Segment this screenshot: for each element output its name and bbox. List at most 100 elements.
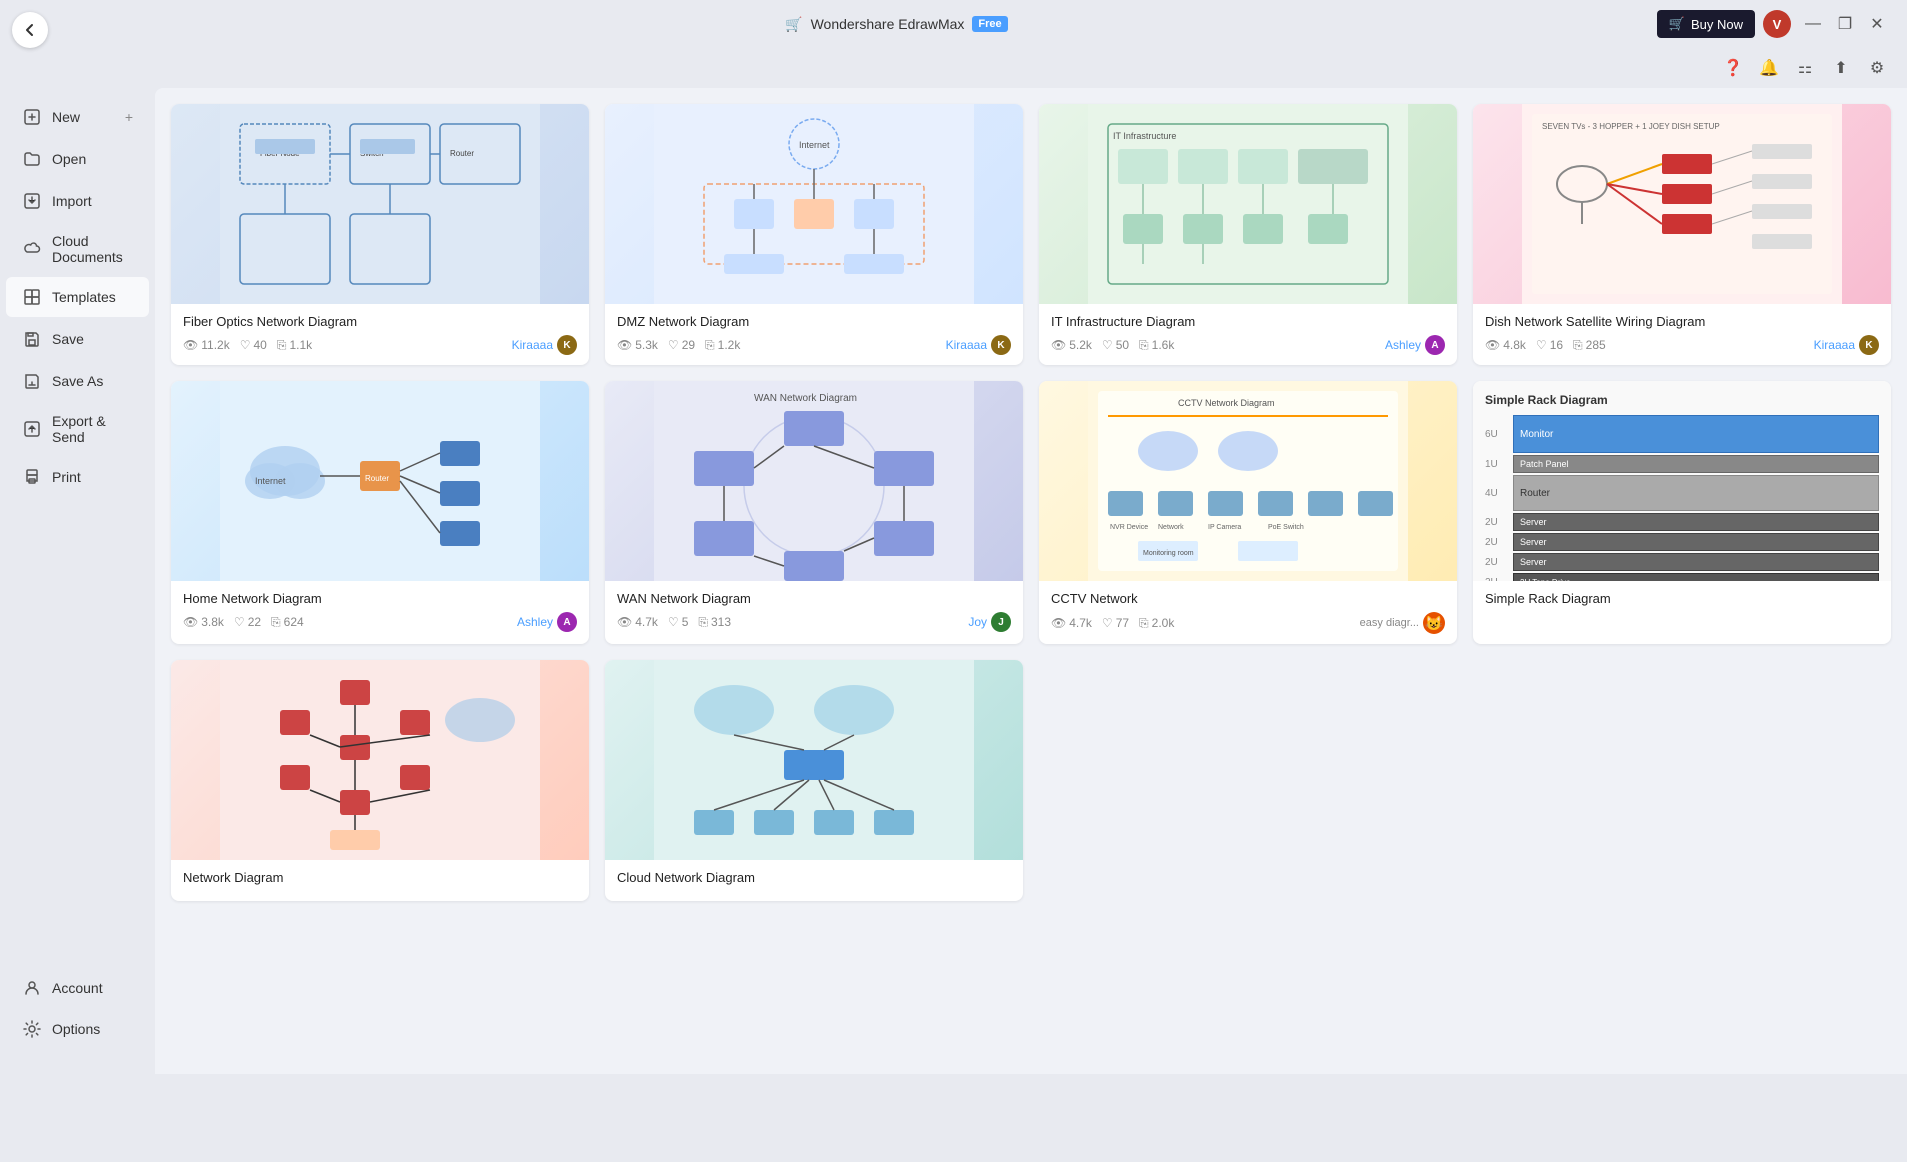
import-icon [22,191,42,211]
window-controls: — ❐ ✕ [1799,10,1891,38]
restore-button[interactable]: ❐ [1831,10,1859,38]
thumbnail-home: Internet Router [171,381,589,581]
cloud-icon [22,239,42,259]
svg-text:PoE Switch: PoE Switch [1268,524,1304,531]
card-title-rack: Simple Rack Diagram [1485,591,1879,606]
template-card-net9[interactable]: Cloud Network Diagram [605,660,1023,901]
eye-icon-cctv: 👁 [1051,616,1066,630]
toolbar: ❓ 🔔 ⚏ ⬆ ⚙ [0,48,1907,88]
sidebar-item-saveas-label: Save As [52,373,103,389]
heart-icon-it: ♡ [1102,338,1113,352]
heart-icon-dmz: ♡ [668,338,679,352]
likes-wan: ♡ 5 [668,615,688,629]
eye-icon-home: 👁 [183,615,198,629]
sidebar-item-account[interactable]: Account [6,968,149,1008]
settings-icon[interactable]: ⚙ [1863,54,1891,82]
sidebar-item-open[interactable]: Open [6,139,149,179]
svg-text:CCTV Network Diagram: CCTV Network Diagram [1178,398,1275,408]
author-dmz: Kiraaaa K [946,335,1011,355]
copies-home: ⎘ 624 [271,615,304,630]
card-title-home: Home Network Diagram [183,591,577,606]
card-title-dmz: DMZ Network Diagram [617,314,1011,329]
template-card-dish[interactable]: SEVEN TVs - 3 HOPPER + 1 JOEY DISH SETUP [1473,104,1891,365]
close-button[interactable]: ✕ [1863,10,1891,38]
template-card-fiber[interactable]: Fiber Node Switch Router Fiber Optics Ne… [171,104,589,365]
views-dish: 👁 4.8k [1485,338,1526,352]
sidebar-item-print[interactable]: Print [6,457,149,497]
copy-icon-cctv: ⎘ [1139,616,1149,631]
export-icon [22,419,42,439]
saveas-icon [22,371,42,391]
sidebar-item-export[interactable]: Export & Send [6,403,149,455]
titlebar: 🛒 Wondershare EdrawMax Free 🛒 Buy Now V … [0,0,1907,48]
author-avatar-cctv: 😺 [1423,612,1445,634]
sidebar-item-account-label: Account [52,980,103,996]
card-info-dish: Dish Network Satellite Wiring Diagram 👁 … [1473,304,1891,365]
author-fiber: Kiraaaa K [512,335,577,355]
card-info-wan: WAN Network Diagram 👁 4.7k ♡ 5 ⎘ 313 [605,581,1023,642]
notification-icon[interactable]: 🔔 [1755,54,1783,82]
card-info-fiber: Fiber Optics Network Diagram 👁 11.2k ♡ 4… [171,304,589,365]
template-card-home[interactable]: Internet Router Home Network Dia [171,381,589,644]
print-icon [22,467,42,487]
avatar[interactable]: V [1763,10,1791,38]
sidebar-item-cloud[interactable]: Cloud Documents [6,223,149,275]
sidebar-item-save[interactable]: Save [6,319,149,359]
options-icon [22,1019,42,1039]
views-it: 👁 5.2k [1051,338,1092,352]
buy-now-button[interactable]: 🛒 Buy Now [1657,10,1755,38]
copies-wan: ⎘ 313 [698,615,731,630]
upload-icon[interactable]: ⬆ [1827,54,1855,82]
card-meta-dmz: 👁 5.3k ♡ 29 ⎘ 1.2k Kiraaaa [617,335,1011,355]
templates-icon [22,287,42,307]
sidebar-item-options-label: Options [52,1021,100,1037]
card-meta-home: 👁 3.8k ♡ 22 ⎘ 624 Ashley [183,612,577,632]
card-meta-cctv: 👁 4.7k ♡ 77 ⎘ 2.0k easy diagr... [1051,612,1445,634]
likes-cctv: ♡ 77 [1102,616,1129,630]
template-card-rack[interactable]: Simple Rack Diagram 6U 1U 4U 2U 2U 2U 2U… [1473,381,1891,644]
template-card-net8[interactable]: Network Diagram [171,660,589,901]
template-card-cctv[interactable]: CCTV Network Diagram [1039,381,1457,644]
svg-text:IT Infrastructure: IT Infrastructure [1113,131,1176,141]
author-cctv: easy diagr... 😺 [1360,612,1445,634]
free-badge: Free [972,16,1007,32]
card-info-cctv: CCTV Network 👁 4.7k ♡ 77 ⎘ 2.0k [1039,581,1457,644]
rack-title: Simple Rack Diagram [1485,393,1879,407]
copy-icon-dish: ⎘ [1573,338,1583,353]
svg-text:Internet: Internet [799,140,830,150]
heart-icon: ♡ [240,338,251,352]
likes-fiber: ♡ 40 [240,338,267,352]
copies-it: ⎘ 1.6k [1139,338,1174,353]
apps-icon[interactable]: ⚏ [1791,54,1819,82]
sidebar-item-templates-label: Templates [52,289,116,305]
template-grid: Fiber Node Switch Router Fiber Optics Ne… [171,104,1891,901]
thumbnail-net8 [171,660,589,860]
copy-icon-dmz: ⎘ [705,338,715,353]
views-home: 👁 3.8k [183,615,224,629]
back-button[interactable] [12,12,48,48]
eye-icon-it: 👁 [1051,338,1066,352]
sidebar-item-saveas[interactable]: Save As [6,361,149,401]
template-card-wan[interactable]: WAN Network Diagram [605,381,1023,644]
heart-icon-dish: ♡ [1536,338,1547,352]
minimize-button[interactable]: — [1799,10,1827,38]
sidebar-item-import-label: Import [52,193,92,209]
help-icon[interactable]: ❓ [1719,54,1747,82]
sidebar-item-import[interactable]: Import [6,181,149,221]
new-plus-icon: + [125,109,133,125]
sidebar-item-new[interactable]: New + [6,97,149,137]
template-card-it[interactable]: IT Infrastructure [1039,104,1457,365]
template-card-dmz[interactable]: Internet [605,104,1023,365]
card-meta-dish: 👁 4.8k ♡ 16 ⎘ 285 Kiraaaa [1485,335,1879,355]
card-title-wan: WAN Network Diagram [617,591,1011,606]
copy-icon: ⎘ [277,338,287,353]
heart-icon-cctv: ♡ [1102,616,1113,630]
sidebar-item-templates[interactable]: Templates [6,277,149,317]
cart-icon: 🛒 [785,16,802,33]
thumbnail-dish: SEVEN TVs - 3 HOPPER + 1 JOEY DISH SETUP [1473,104,1891,304]
card-info-home: Home Network Diagram 👁 3.8k ♡ 22 ⎘ 624 [171,581,589,642]
sidebar-item-options[interactable]: Options [6,1009,149,1049]
card-title-net9: Cloud Network Diagram [617,870,1011,885]
card-title-net8: Network Diagram [183,870,577,885]
sidebar-item-open-label: Open [52,151,86,167]
